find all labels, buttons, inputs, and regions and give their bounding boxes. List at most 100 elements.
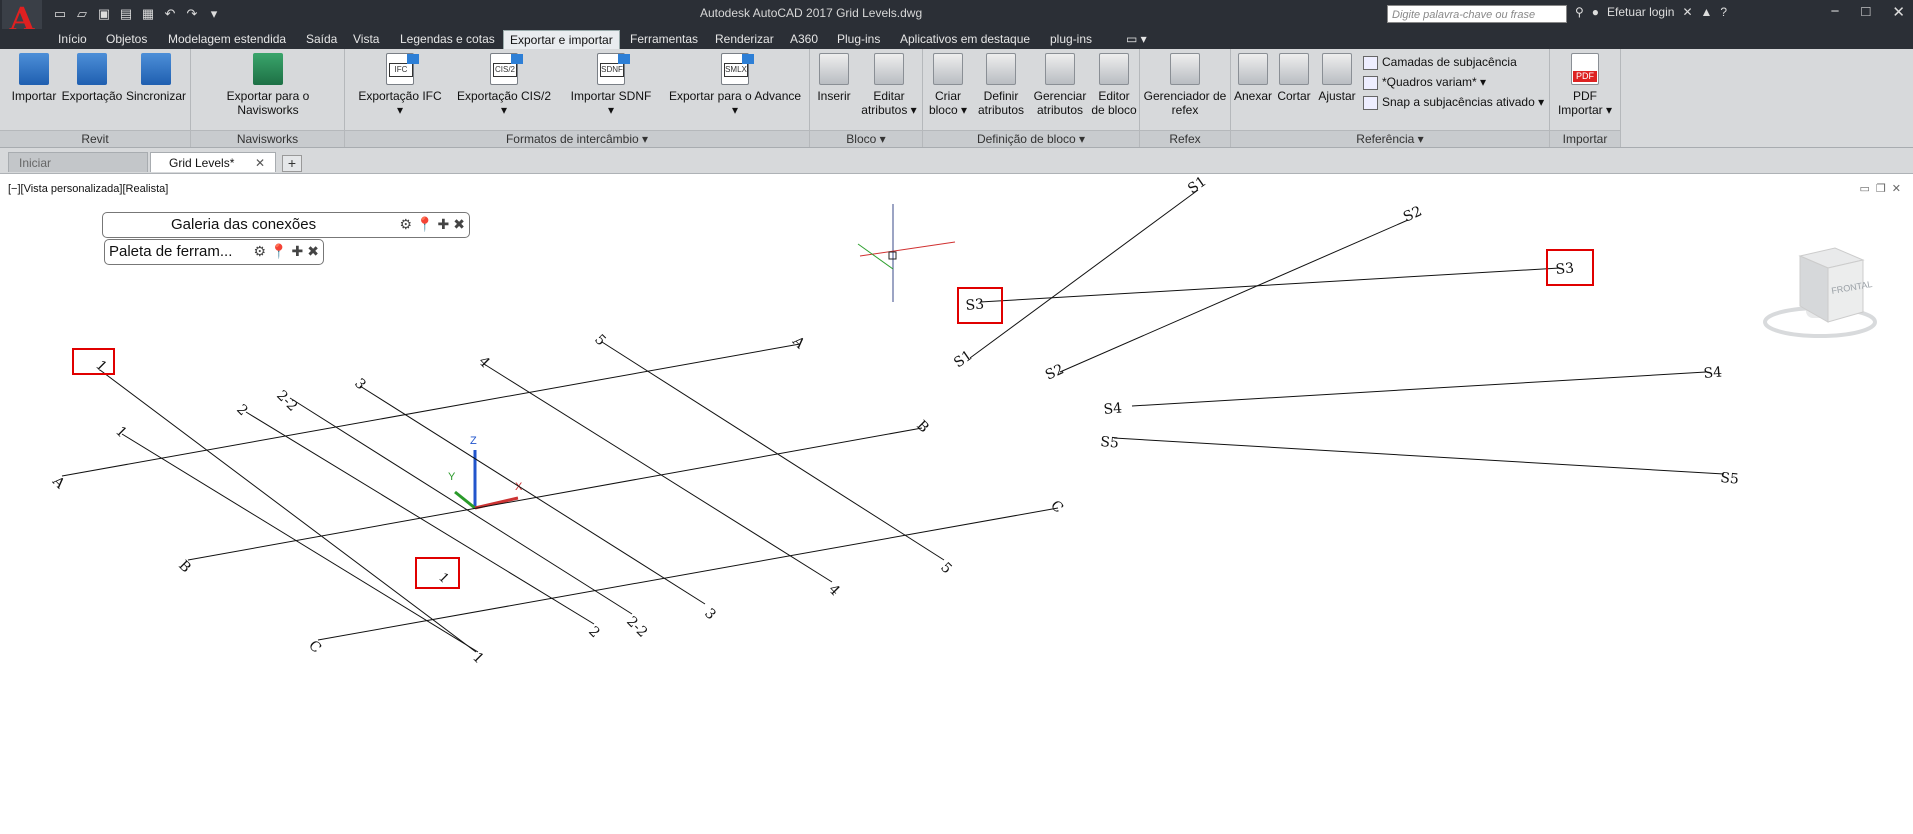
tab-objetos[interactable]: Objetos: [100, 30, 153, 48]
tab-a360[interactable]: A360: [784, 30, 824, 48]
pdf-file-icon: [1571, 53, 1599, 85]
tab-plug-ins[interactable]: Plug-ins: [831, 30, 886, 48]
grid-bubble-1: 1: [435, 570, 451, 586]
title-bar: A ▭ ▱ ▣ ▤ ▦ ↶ ↷ ▾ Autodesk AutoCAD 2017 …: [0, 0, 1913, 38]
importar-revit-button[interactable]: Importar: [8, 53, 60, 103]
file-tabs: Iniciar Grid Levels* ✕ +: [0, 148, 1913, 174]
inserir-button[interactable]: Inserir: [812, 53, 856, 103]
exportar-advance-button[interactable]: SMLX Exportar para o Advance ▾: [665, 53, 805, 117]
new-file-icon[interactable]: ▭: [52, 6, 68, 22]
close-tab-icon[interactable]: ✕: [255, 153, 265, 173]
close-icon[interactable]: ✕: [1892, 3, 1905, 21]
exchange-icon[interactable]: ✕: [1682, 5, 1692, 19]
undo-icon[interactable]: ↶: [162, 6, 178, 22]
grid-label-1-end: 1: [469, 650, 487, 668]
definir-atributos-button[interactable]: Definir atributos: [975, 53, 1027, 117]
cortar-button[interactable]: Cortar: [1274, 53, 1314, 103]
gerenciar-atributos-button[interactable]: Gerenciar atributos: [1030, 53, 1090, 117]
grid-label-b: B: [175, 558, 194, 577]
tab-ferramentas[interactable]: Ferramentas: [624, 30, 704, 48]
tab-legendas-e-cotas[interactable]: Legendas e cotas: [394, 30, 501, 48]
viewcube[interactable]: FRONTAL: [1763, 247, 1877, 338]
panel-definicao-bloco: Criar bloco ▾ Definir atributos Gerenciar a…: [923, 49, 1140, 147]
grid-labels-right: S1 S1 S2 S2 S3 S3 S4 S4 S5 S5: [951, 174, 1739, 488]
criar-bloco-button[interactable]: Criar bloco ▾: [927, 53, 969, 117]
exportar-navisworks-button[interactable]: Exportar para o Navisworks: [195, 53, 341, 117]
panel-title-navisworks: Navisworks: [191, 130, 344, 147]
smlx-file-icon: SMLX: [721, 53, 754, 85]
camadas-subjacencia-button[interactable]: Camadas de subjacência: [1363, 55, 1517, 70]
clip-icon: [1279, 53, 1309, 85]
panel-title-referencia[interactable]: Referência ▾: [1231, 130, 1549, 147]
minimize-icon[interactable]: −: [1831, 3, 1840, 21]
panel-importar: PDFImportar ▾ Importar: [1550, 49, 1621, 147]
a360-icon[interactable]: ▲: [1701, 5, 1713, 19]
grid-label-s3: S3: [965, 296, 985, 314]
search-input[interactable]: Digite palavra-chave ou frase: [1387, 5, 1567, 23]
exportacao-cis2-button[interactable]: CIS/2 Exportação CIS/2 ▾: [453, 53, 555, 117]
exportacao-ifc-button[interactable]: IFC Exportação IFC ▾: [355, 53, 445, 117]
panel-title-formatos[interactable]: Formatos de intercâmbio ▾: [345, 130, 809, 147]
maximize-icon[interactable]: □: [1861, 3, 1870, 21]
block-editor-icon: [1099, 53, 1129, 85]
revit-import-icon: [19, 53, 49, 85]
snap-subjacencias-dropdown[interactable]: Snap a subjacências ativado ▾: [1363, 95, 1544, 110]
tab-modelagem-estendida[interactable]: Modelagem estendida: [162, 30, 292, 48]
anexar-button[interactable]: Anexar: [1233, 53, 1273, 103]
grid-labels-left: 1 1 1 2 2 2-2 2-2 3 3 4 4 5 5 A A B B C …: [48, 332, 1066, 668]
tab-inicio[interactable]: Início: [52, 30, 93, 48]
panel-navisworks: Exportar para o Navisworks Navisworks: [191, 49, 345, 147]
ajustar-button[interactable]: Ajustar: [1315, 53, 1359, 103]
grid-label-1-top: 1: [92, 358, 110, 376]
dropdown-arrow-icon: ▾: [731, 103, 739, 117]
panel-title-definicao[interactable]: Definição de bloco ▾: [923, 130, 1139, 147]
drawing-viewport[interactable]: [−][Vista personalizada][Realista] ▭ ❐ ✕…: [0, 174, 1913, 834]
print-icon[interactable]: ▦: [140, 6, 156, 22]
editar-atributos-button[interactable]: Editar atributos ▾: [860, 53, 918, 117]
importar-sdnf-button[interactable]: SDNF Importar SDNF ▾: [563, 53, 659, 117]
ribbon: Importar Exportação Sincronizar Revit Ex…: [0, 49, 1913, 148]
infocenter-tools: ⚲ ● Efetuar login ✕ ▲ ?: [1575, 5, 1727, 19]
ribbon-display-toggle[interactable]: ▭ ▾: [1120, 30, 1153, 48]
help-icon[interactable]: ?: [1720, 5, 1727, 19]
tab-vista[interactable]: Vista: [347, 30, 385, 48]
open-file-icon[interactable]: ▱: [74, 6, 90, 22]
panel-refex: Gerenciador de refex Refex: [1140, 49, 1231, 147]
save-as-icon[interactable]: ▤: [118, 6, 134, 22]
tab-grid-levels[interactable]: Grid Levels* ✕: [150, 152, 276, 172]
tab-aplicativos-em-destaque[interactable]: Aplicativos em destaque: [894, 30, 1036, 48]
quadros-variam-dropdown[interactable]: *Quadros variam* ▾: [1363, 75, 1486, 90]
grid-label-2-2: 2-2: [273, 388, 300, 415]
user-icon: ●: [1591, 5, 1600, 19]
grid-label-c: C: [305, 638, 324, 657]
gerenciador-refex-button[interactable]: Gerenciador de refex: [1142, 53, 1228, 117]
panel-title-refex: Refex: [1140, 130, 1230, 147]
login-button[interactable]: Efetuar login: [1607, 5, 1674, 19]
navisworks-icon: [253, 53, 283, 85]
sincronizar-button[interactable]: Sincronizar: [125, 53, 187, 103]
grid-label-s4: S4: [1103, 400, 1123, 418]
frames-icon: [1363, 75, 1378, 90]
tab-exportar-e-importar[interactable]: Exportar e importar: [503, 30, 620, 49]
highlight-boxes: [72, 249, 1594, 589]
tab-iniciar[interactable]: Iniciar: [8, 152, 148, 172]
redo-icon[interactable]: ↷: [184, 6, 200, 22]
tab-renderizar[interactable]: Renderizar: [709, 30, 780, 48]
edit-attributes-icon: [874, 53, 904, 85]
ifc-file-icon: IFC: [386, 53, 419, 85]
binoculars-icon[interactable]: ⚲: [1575, 5, 1584, 19]
panel-title-bloco[interactable]: Bloco ▾: [810, 130, 922, 147]
tab-plug-ins-2[interactable]: plug-ins: [1044, 30, 1098, 48]
new-tab-button[interactable]: +: [282, 155, 302, 172]
save-icon[interactable]: ▣: [96, 6, 112, 22]
grid-label-2: 2: [233, 402, 251, 420]
pdf-importar-button[interactable]: PDFImportar ▾: [1552, 53, 1618, 117]
customize-qat-icon[interactable]: ▾: [206, 6, 222, 22]
grid-label-4-end: 4: [825, 582, 843, 600]
manage-attributes-icon: [1045, 53, 1075, 85]
insert-block-icon: [819, 53, 849, 85]
exportacao-revit-button[interactable]: Exportação: [61, 53, 123, 103]
tab-saida[interactable]: Saída: [300, 30, 343, 48]
grid-label-s5-end: S5: [1720, 470, 1740, 488]
editor-de-bloco-button[interactable]: Editor de bloco: [1089, 53, 1139, 117]
